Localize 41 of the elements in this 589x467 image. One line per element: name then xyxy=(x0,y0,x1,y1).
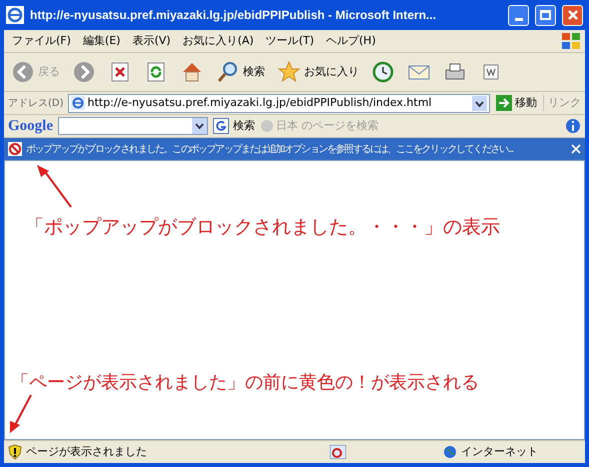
menu-item[interactable]: ツール(T) xyxy=(262,32,318,50)
dropdown-icon[interactable] xyxy=(192,118,207,134)
maximize-button[interactable] xyxy=(535,4,556,26)
blocked-icon xyxy=(8,142,22,156)
menu-item[interactable]: ファイル(F) xyxy=(8,32,75,50)
shield-warning-icon xyxy=(8,444,22,460)
dropdown-icon[interactable] xyxy=(472,96,487,110)
go-button[interactable]: 移動 xyxy=(494,94,539,112)
search-icon xyxy=(216,60,240,84)
blocked-icon xyxy=(330,445,346,459)
arrow-icon xyxy=(7,393,33,435)
address-field[interactable]: http://e-nyusatsu.pref.miyazaki.lg.jp/ebidPPIPublish/index.html xyxy=(68,94,490,112)
page-icon xyxy=(70,96,85,110)
close-icon xyxy=(566,9,578,21)
close-icon[interactable] xyxy=(571,144,581,154)
clock-icon xyxy=(371,60,395,84)
favorites-button[interactable]: お気に入り xyxy=(274,56,362,88)
google-search-button[interactable]: 検索 xyxy=(213,118,255,134)
zone-text: インターネット xyxy=(461,444,539,460)
menu-item[interactable]: お気に入り(A) xyxy=(178,32,258,50)
address-label: アドレス(D) xyxy=(8,96,64,110)
annotation-text: 「ページが表示されました」の前に黄色の！が表示される xyxy=(11,371,479,395)
menu-item[interactable]: 編集(E) xyxy=(78,32,124,50)
right-arrow-icon xyxy=(496,95,512,111)
info-bar[interactable]: ポップアップがブロックされました。このポップアップまたは追加オプションを参照するには、ここをクリックしてください... xyxy=(4,138,585,160)
close-button[interactable] xyxy=(562,4,583,26)
google-logo[interactable]: Google xyxy=(8,114,53,138)
browser-icon xyxy=(6,6,24,24)
window-title: http://e-nyusatsu.pref.miyazaki.lg.jp/ebidPPIPublish - Microsoft Intern... xyxy=(30,7,438,24)
annotation-text: 「ポップアップがブロックされました。・・・」の表示 xyxy=(25,215,500,240)
menu-item[interactable]: ヘルプ(H) xyxy=(322,32,380,50)
menu-item[interactable]: 表示(V) xyxy=(128,32,175,50)
windows-logo-icon xyxy=(561,32,581,50)
info-bar-text[interactable]: ポップアップがブロックされました。このポップアップまたは追加オプションを参照するには、ここをクリックしてください... xyxy=(26,142,567,156)
google-icon xyxy=(213,118,229,134)
search-button[interactable]: 検索 xyxy=(213,56,268,88)
status-text: ページが表示されました xyxy=(26,444,148,460)
star-icon xyxy=(277,60,301,84)
minimize-button[interactable] xyxy=(508,4,529,26)
info-icon[interactable] xyxy=(565,118,581,134)
google-search-field[interactable] xyxy=(58,117,208,135)
